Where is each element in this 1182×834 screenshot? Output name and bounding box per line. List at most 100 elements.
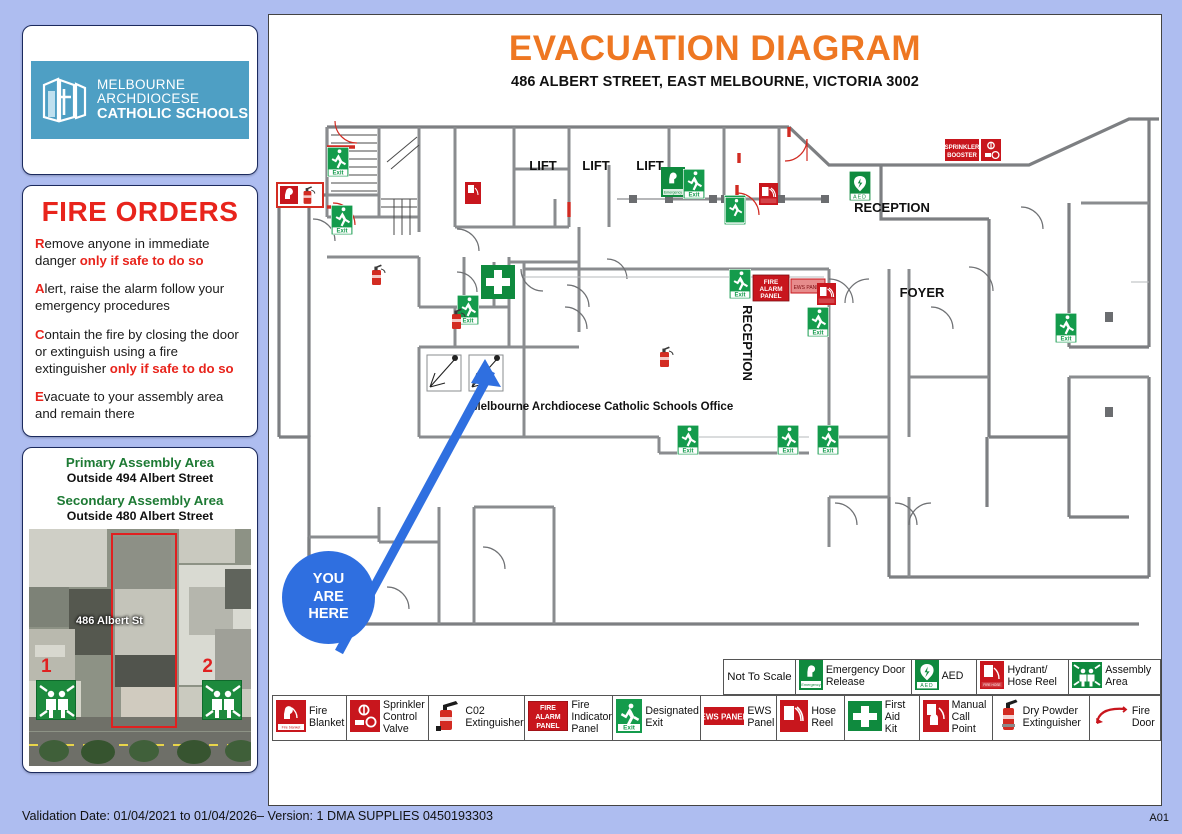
legend-item-assembly-area: Assembly Area bbox=[1069, 660, 1162, 694]
assembly-area-marker-2 bbox=[202, 680, 242, 721]
fire-order-item-1: Remove anyone in immediate danger only i… bbox=[35, 236, 210, 269]
legend-item-first-aid-kit: First Aid Kit bbox=[844, 696, 920, 740]
you-are-here-marker: YOU ARE HERE bbox=[282, 551, 375, 644]
legend-label: Fire Blanket bbox=[309, 705, 345, 729]
legend-item-co2-extinguisher: C02 Extinguisher bbox=[429, 696, 526, 740]
fire-order-initial: A bbox=[35, 281, 45, 297]
legend-item-manual-call-point: Manual Call Point bbox=[919, 696, 993, 740]
site-address-label: 486 Albert St bbox=[76, 615, 143, 628]
fire-indicator-panel-icon: FIRE ALARM PANEL bbox=[527, 700, 569, 736]
legend-label: AED bbox=[941, 670, 964, 683]
sprinkler-control-valve-icon bbox=[350, 699, 380, 737]
logo-wordmark: MELBOURNE ARCHDIOCESE CATHOLIC SCHOOLS bbox=[97, 76, 249, 122]
hose-reel-icon bbox=[780, 699, 809, 737]
fire-blanket-icon: Fire blanket bbox=[276, 699, 306, 737]
legend-label: First Aid Kit bbox=[884, 699, 906, 735]
legend-item-emergency-door-release: Emergency Emergency Door Release bbox=[795, 659, 912, 695]
legend-item-hose-reel: Hose Reel bbox=[777, 696, 845, 740]
logo-band: MELBOURNE ARCHDIOCESE CATHOLIC SCHOOLS bbox=[31, 61, 249, 139]
logo-line-3: CATHOLIC SCHOOLS bbox=[97, 105, 249, 122]
svg-text:Fire blanket: Fire blanket bbox=[282, 725, 301, 729]
legend-label: Designated Exit bbox=[645, 705, 699, 729]
aed-icon: AED bbox=[914, 659, 939, 695]
legend-label: Hose Reel bbox=[811, 705, 837, 729]
legend-label: Emergency Door Release bbox=[825, 664, 906, 688]
svg-text:PANEL: PANEL bbox=[537, 723, 561, 730]
legend-item-hydrant-hose-reel: FIRE HOSE Hydrant/ Hose Reel bbox=[977, 660, 1070, 694]
legend-item-ews-panel: EWS PANELEWS Panel bbox=[701, 696, 778, 740]
legend-label: EWS Panel bbox=[747, 705, 775, 729]
svg-text:EWS PANEL: EWS PANEL bbox=[704, 712, 744, 721]
primary-assembly-title: Primary Assembly Area bbox=[65, 455, 215, 471]
legend-item-fire-door: Fire Door bbox=[1089, 696, 1161, 740]
fire-orders-title: FIRE ORDERS bbox=[41, 196, 239, 227]
legend-item-fire-indicator-panel: FIRE ALARM PANEL Fire Indicator Panel bbox=[525, 696, 614, 740]
assembly-marker-1-number: 1 bbox=[41, 656, 52, 678]
fire-order-item-2: Alert, raise the alarm follow your emerg… bbox=[35, 281, 225, 314]
evacuation-diagram-panel: EVACUATION DIAGRAM 486 ALBERT STREET, EA… bbox=[268, 14, 1162, 806]
legend-label: Fire Door bbox=[1131, 705, 1155, 729]
assembly-area-marker-1 bbox=[36, 680, 76, 721]
you-are-here-line-3: HERE bbox=[308, 606, 349, 623]
site-highlight-outline bbox=[111, 533, 177, 729]
assembly-area-icon bbox=[1072, 661, 1103, 693]
svg-text:AED: AED bbox=[920, 683, 933, 689]
co2-extinguisher-icon bbox=[432, 700, 462, 737]
assembly-area-panel: Primary Assembly Area Outside 494 Albert… bbox=[22, 447, 258, 774]
fire-order-item-4: Evacuate to your assembly area and remai… bbox=[35, 389, 224, 422]
fire-orders-list: Remove anyone in immediate danger only i… bbox=[35, 235, 245, 422]
designated-exit-icon: Exit bbox=[616, 698, 643, 738]
organisation-logo-panel: MELBOURNE ARCHDIOCESE CATHOLIC SCHOOLS bbox=[22, 25, 258, 175]
left-sidebar: MELBOURNE ARCHDIOCESE CATHOLIC SCHOOLS F… bbox=[22, 25, 258, 774]
legend-row-bottom: Fire blanket Fire Blanket Sprinkler Contr… bbox=[272, 695, 1161, 741]
logo-line-2: ARCHDIOCESE bbox=[97, 91, 200, 107]
sheet-number: A01 bbox=[1149, 812, 1169, 824]
legend-label: Not To Scale bbox=[727, 670, 792, 683]
svg-text:FIRE HOSE: FIRE HOSE bbox=[984, 683, 1001, 687]
you-are-here-line-1: YOU bbox=[312, 570, 345, 587]
fire-order-initial: R bbox=[35, 236, 45, 251]
primary-assembly-address: Outside 494 Albert Street bbox=[66, 471, 214, 486]
legend-label: Manual Call Point bbox=[951, 699, 987, 735]
fire-door-icon bbox=[1093, 703, 1129, 734]
svg-text:Emergency: Emergency bbox=[801, 683, 820, 687]
dry-powder-extinguisher-icon bbox=[996, 699, 1020, 738]
legend-label: Assembly Area bbox=[1105, 664, 1152, 688]
catholic-schools-logo-icon bbox=[40, 75, 88, 125]
page-subtitle: 486 ALBERT STREET, EAST MELBOURNE, VICTO… bbox=[511, 74, 919, 90]
validation-footer: Validation Date: 01/04/2021 to 01/04/202… bbox=[22, 809, 493, 823]
fire-order-initial: E bbox=[35, 389, 44, 405]
fire-order-emphasis: only if safe to do so bbox=[109, 360, 234, 376]
first-aid-kit-icon bbox=[847, 700, 882, 736]
legend-label: Dry Powder Extinguisher bbox=[1022, 705, 1081, 729]
fire-order-emphasis: only if safe to do so bbox=[79, 253, 204, 269]
legend-row-top: Not To Scale Emergency Emergency Door Rel… bbox=[723, 659, 1162, 695]
legend-label: Sprinkler Control Valve bbox=[383, 699, 425, 735]
page-title: EVACUATION DIAGRAM bbox=[508, 29, 922, 68]
secondary-assembly-title: Secondary Assembly Area bbox=[56, 493, 224, 509]
legend-item-aed: AED AED bbox=[911, 659, 978, 695]
ews-panel-icon: EWS PANEL bbox=[701, 706, 748, 730]
hydrant-hose-reel-icon: FIRE HOSE bbox=[980, 660, 1005, 694]
legend-item-fire-blanket: Fire blanket Fire Blanket bbox=[273, 696, 347, 740]
you-are-here-line-2: ARE bbox=[313, 588, 344, 605]
legend-label: C02 Extinguisher bbox=[465, 705, 524, 729]
svg-text:ALARM: ALARM bbox=[536, 714, 561, 721]
legend-item-no: Not To Scale bbox=[724, 660, 796, 694]
fire-orders-panel: FIRE ORDERS Remove anyone in immediate d… bbox=[22, 185, 258, 438]
assembly-marker-2-number: 2 bbox=[202, 656, 213, 678]
svg-text:FIRE: FIRE bbox=[540, 705, 556, 712]
floor-plan: Exit AED FIRE ALARM PANEL SPRINKLER BOOS… bbox=[269, 107, 1163, 707]
legend-item-dry-powder-extinguisher: Dry Powder Extinguisher bbox=[992, 696, 1090, 740]
svg-text:Exit: Exit bbox=[623, 724, 636, 731]
emergency-door-release-icon: Emergency bbox=[798, 659, 823, 695]
legend-label: Fire Indicator Panel bbox=[571, 699, 612, 735]
aerial-site-map: 486 Albert St 1 2 bbox=[29, 529, 251, 767]
logo-line-1: MELBOURNE bbox=[97, 76, 186, 92]
secondary-assembly-address: Outside 480 Albert Street bbox=[66, 509, 214, 524]
legend-item-designated-exit: Exit Designated Exit bbox=[613, 696, 702, 740]
fire-order-initial: C bbox=[35, 326, 45, 342]
manual-call-point-icon bbox=[922, 699, 949, 737]
fire-order-item-3: Contain the fire by closing the door or … bbox=[35, 326, 239, 376]
legend-item-sprinkler-control-valve: Sprinkler Control Valve bbox=[347, 696, 430, 740]
